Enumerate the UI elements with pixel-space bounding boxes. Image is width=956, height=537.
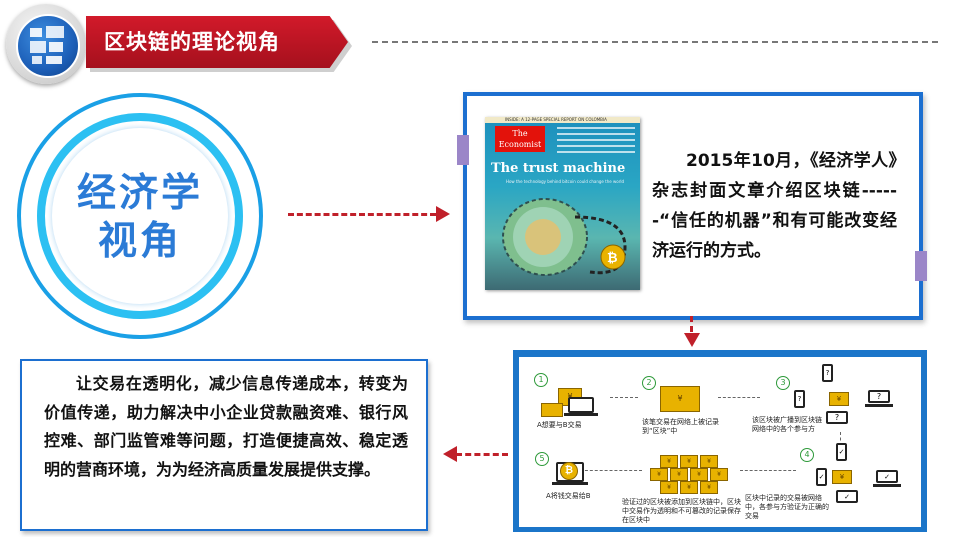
arrow-right-line — [288, 213, 436, 216]
page-title: 区块链的理论视角 — [104, 30, 280, 54]
logo-line1: The — [512, 129, 528, 138]
arrow-down-line — [690, 316, 693, 332]
verified-laptop-right-icon: ✓ — [876, 470, 898, 483]
header-divider — [372, 41, 938, 43]
card-left-tab — [457, 135, 469, 165]
flow-arrow-1 — [610, 397, 638, 398]
step-1-number: 1 — [534, 373, 548, 387]
cover-inside-line: INSIDE: A 12-PAGE SPECIAL REPORT ON COLO… — [505, 117, 607, 122]
phone-icon-top: ? — [822, 364, 833, 382]
logo-icon — [16, 14, 80, 78]
arrow-left-line — [456, 453, 508, 456]
step-1-label: A想要与B交易 — [537, 421, 582, 429]
magazine-description: 2015年10月，《经济学人》杂志封面文章介绍区块链------“信任的机器”和… — [652, 151, 897, 261]
arrow-right-head-icon — [436, 206, 450, 222]
laptop-icon-right: ? — [868, 390, 890, 403]
economic-impact-text: 让交易在透明化，减少信息传递成本，转变为价值传递，助力解决中小企业贷款融资难、银… — [44, 374, 408, 479]
flow-arrow-4 — [740, 470, 796, 471]
step-3-label: 该区块被广播到区块链网络中的各个参与方 — [752, 416, 822, 433]
step-5-number: 5 — [535, 452, 549, 466]
arrow-left-head-icon — [443, 446, 457, 462]
step-5-label: A将钱交易给B — [546, 492, 591, 500]
laptop-base-right — [865, 404, 893, 407]
middle-step-label: 验证过的区块被添加到区块链中，区块中交易作为透明和不可篡改的记录保存在区块中 — [622, 498, 741, 524]
economist-logo: The Economist — [495, 126, 545, 152]
flow-arrow-5 — [580, 470, 642, 471]
blockchain-chain-illustration: ₿ — [502, 198, 627, 276]
bitcoin-icon: ₿ — [560, 462, 578, 480]
cover-title: The trust machine — [491, 161, 626, 176]
card-right-tab — [915, 251, 927, 281]
laptop-icon-bottom: ? — [826, 411, 848, 424]
verified-block-icon: ¥ — [832, 470, 852, 484]
bitcoin-mark: ₿ — [607, 251, 618, 266]
broadcast-block-icon: ¥ — [829, 392, 849, 406]
cover-headlines — [557, 127, 635, 157]
cover-subtitle: How the technology behind bitcoin could … — [505, 179, 625, 184]
step-4-label: 区块中记录的交易被网络中，各参与方验证为正确的交易 — [745, 494, 829, 520]
verified-laptop-base — [873, 484, 901, 487]
verified-laptop-bottom-icon: ✓ — [836, 490, 858, 503]
arrow-down-head-icon — [684, 333, 700, 347]
circle-heading-line2: 视角 — [97, 219, 182, 264]
step-2-label: 该笔交易在网络上被记录到“区块”中 — [642, 418, 719, 435]
block-stack-icon: ¥ ¥ ¥ ¥ ¥ ¥ ¥ ¥ ¥ ¥ — [650, 455, 738, 494]
step-4-number: 4 — [800, 448, 814, 462]
laptop-icon — [568, 397, 594, 413]
laptop-base — [564, 413, 598, 416]
verified-phone-left-icon: ✓ — [816, 468, 827, 486]
step-2-number: 2 — [642, 376, 656, 390]
block-icon: ¥ — [660, 386, 700, 412]
circle-heading: 经济学 视角 — [52, 170, 228, 266]
cash-stack-icon — [541, 403, 563, 417]
receiver-laptop-base — [552, 482, 588, 485]
step-3-number: 3 — [776, 376, 790, 390]
logo-line2: Economist — [498, 140, 542, 149]
verified-phone-icon: ✓ — [836, 443, 847, 461]
circle-heading-line1: 经济学 — [76, 171, 203, 216]
flow-arrow-2 — [718, 397, 760, 398]
phone-icon-left: ? — [794, 390, 805, 408]
economist-cover-image: INSIDE: A 12-PAGE SPECIAL REPORT ON COLO… — [485, 117, 640, 290]
